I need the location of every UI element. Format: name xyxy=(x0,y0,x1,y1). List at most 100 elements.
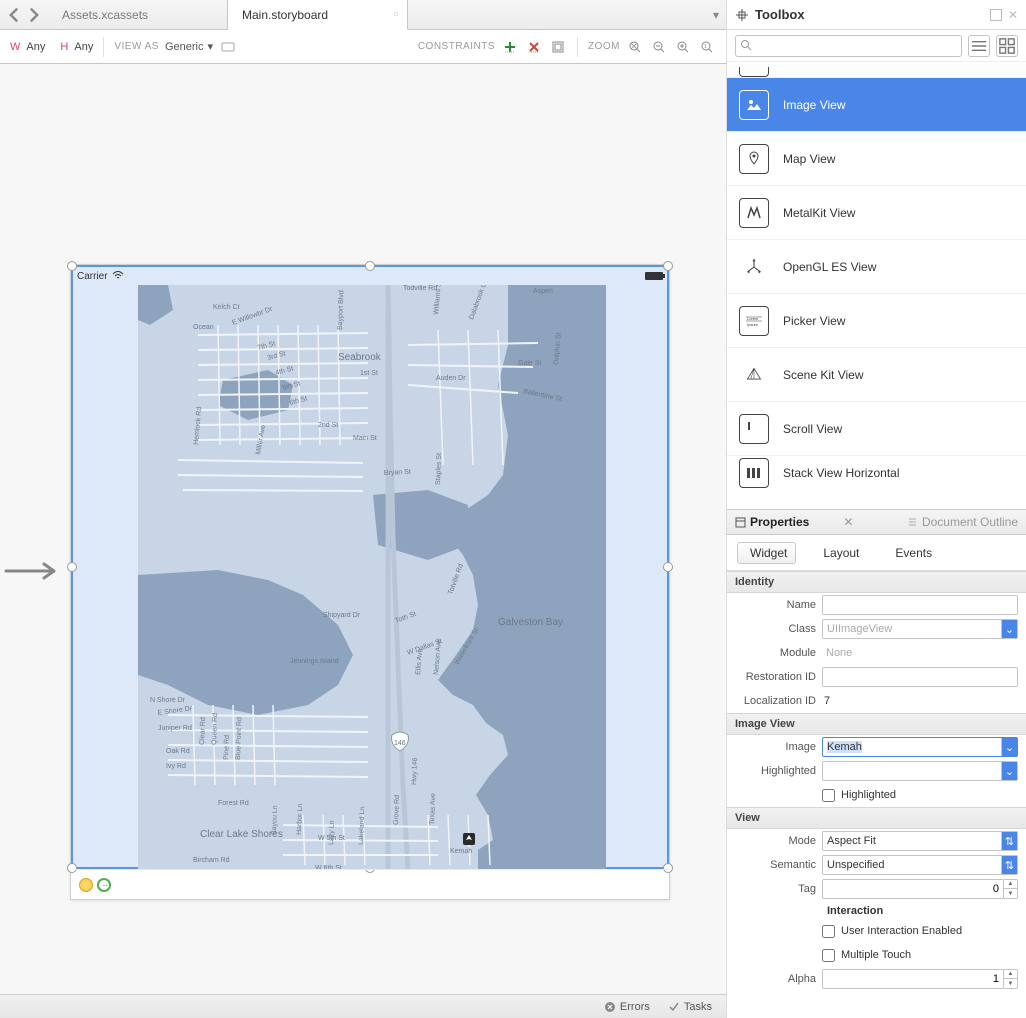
toolbox-close-button[interactable]: ✕ xyxy=(1008,8,1018,22)
toolbox-item-partial-top[interactable] xyxy=(727,62,1026,78)
nav-forward-button[interactable] xyxy=(26,7,42,23)
mode-combobox[interactable]: Aspect Fit⇅ xyxy=(822,831,1018,851)
toolbox-item-label: Stack View Horizontal xyxy=(783,466,900,480)
svg-text:Lakeland Ln: Lakeland Ln xyxy=(358,807,366,845)
svg-text:Hwy 146: Hwy 146 xyxy=(411,758,419,786)
class-combobox[interactable]: UIImageView⌄ xyxy=(822,619,1018,639)
multiple-touch-checkbox[interactable] xyxy=(822,949,835,962)
zoom-in-button[interactable] xyxy=(674,38,692,56)
storyboard-toolbar: WAny HAny VIEW AS Generic ▾ CONSTRAINTS xyxy=(0,30,726,64)
tag-stepper[interactable]: ▲▼ xyxy=(1004,879,1018,899)
properties-close-button[interactable]: ✕ xyxy=(843,515,853,529)
toolbox-item-image-view[interactable]: Image View xyxy=(727,78,1026,132)
opengl-view-icon xyxy=(739,252,769,282)
class-label: Class xyxy=(727,623,822,635)
selected-image-view[interactable]: Carrier xyxy=(71,265,669,869)
view-section-header: View xyxy=(727,807,1026,829)
toolbox-view-list-button[interactable] xyxy=(968,35,990,57)
document-outline-tab[interactable]: Document Outline xyxy=(907,515,1018,529)
toolbox-item-metalkit-view[interactable]: MetalKit View xyxy=(727,186,1026,240)
toolbox-list[interactable]: Image View Map View MetalKit View OpenGL… xyxy=(727,62,1026,509)
exit-icon[interactable] xyxy=(97,878,111,892)
multiple-touch-checkbox-row[interactable]: Multiple Touch xyxy=(822,949,1018,962)
view-controller-frame[interactable]: Carrier xyxy=(70,264,670,900)
toolbox-item-scroll-view[interactable]: Scroll View xyxy=(727,402,1026,456)
frames-button[interactable] xyxy=(549,38,567,56)
svg-text:Queen Rd: Queen Rd xyxy=(211,713,219,745)
svg-text:1st St: 1st St xyxy=(360,370,378,377)
mode-label: Mode xyxy=(727,835,822,847)
toolbox-search-input[interactable] xyxy=(735,35,962,57)
svg-text:2nd St: 2nd St xyxy=(318,422,338,429)
highlighted-checkbox[interactable] xyxy=(822,789,835,802)
scroll-view-icon xyxy=(739,414,769,444)
tasks-button[interactable]: Tasks xyxy=(668,1001,712,1013)
errors-button[interactable]: Errors xyxy=(604,1001,650,1013)
chevron-down-icon: ⌄ xyxy=(1001,620,1017,638)
highlighted-checkbox-row[interactable]: Highlighted xyxy=(822,789,1018,802)
semantic-label: Semantic xyxy=(727,859,822,871)
toolbox-icon xyxy=(735,8,749,22)
localization-id-value: 7 xyxy=(822,695,1018,707)
toolbox-item-picker-view[interactable]: LoremIpsum Picker View xyxy=(727,294,1026,348)
toolbox-view-grid-button[interactable] xyxy=(996,35,1018,57)
add-constraint-button[interactable] xyxy=(501,38,519,56)
viewas-select[interactable]: Generic ▾ xyxy=(165,40,213,53)
nav-back-button[interactable] xyxy=(6,7,22,23)
user-interaction-checkbox-row[interactable]: User Interaction Enabled xyxy=(822,925,1018,938)
properties-tab[interactable]: Properties xyxy=(735,515,809,529)
events-subtab[interactable]: Events xyxy=(882,542,941,564)
toolbox-item-label: OpenGL ES View xyxy=(783,260,876,274)
highlighted-image-combobox[interactable]: ⌄ xyxy=(822,761,1018,781)
zoom-out-button[interactable] xyxy=(650,38,668,56)
stack-view-h-icon xyxy=(739,458,769,488)
widget-subtab[interactable]: Widget xyxy=(737,542,796,564)
properties-minimize-button[interactable] xyxy=(821,517,831,527)
svg-text:Oak Rd: Oak Rd xyxy=(166,748,190,755)
module-label: Module xyxy=(727,647,822,659)
toolbox-item-label: Picker View xyxy=(783,314,845,328)
toolbox-title: Toolbox xyxy=(755,7,805,22)
alpha-label: Alpha xyxy=(727,973,822,985)
tab-overflow-button[interactable]: ▾ xyxy=(706,0,726,29)
alpha-input[interactable] xyxy=(822,969,1004,989)
tab-assets[interactable]: Assets.xcassets xyxy=(48,0,228,29)
chevron-updown-icon: ⇅ xyxy=(1001,832,1017,850)
size-class-selector[interactable]: WAny HAny xyxy=(10,41,93,53)
user-interaction-checkbox[interactable] xyxy=(822,925,835,938)
toolbox-item-scenekit-view[interactable]: Scene Kit View xyxy=(727,348,1026,402)
toolbox-item-opengl-view[interactable]: OpenGL ES View xyxy=(727,240,1026,294)
module-combobox[interactable]: None xyxy=(822,643,1018,663)
landscape-toggle-button[interactable] xyxy=(219,38,237,56)
svg-text:Kemah: Kemah xyxy=(450,848,472,855)
constraints-label: CONSTRAINTS xyxy=(418,41,495,52)
tab-main-storyboard[interactable]: Main.storyboard ○ xyxy=(228,0,408,30)
tag-label: Tag xyxy=(727,883,822,895)
resize-handle-ml[interactable] xyxy=(67,562,77,572)
svg-text:W 5th St: W 5th St xyxy=(318,835,345,842)
svg-text:Main St: Main St xyxy=(353,435,377,442)
toolbox-item-stack-view-horizontal[interactable]: Stack View Horizontal xyxy=(727,456,1026,490)
name-input[interactable] xyxy=(822,595,1018,615)
tag-input[interactable] xyxy=(822,879,1004,899)
svg-text:N Shore Dr: N Shore Dr xyxy=(150,697,186,704)
resize-handle-mr[interactable] xyxy=(663,562,673,572)
remove-constraint-button[interactable] xyxy=(525,38,543,56)
interaction-subheader: Interaction xyxy=(727,901,1026,919)
alpha-stepper[interactable]: ▲▼ xyxy=(1004,969,1018,989)
zoom-fit-button[interactable] xyxy=(626,38,644,56)
semantic-combobox[interactable]: Unspecified⇅ xyxy=(822,855,1018,875)
zoom-actual-button[interactable]: 1 xyxy=(698,38,716,56)
restoration-id-input[interactable] xyxy=(822,667,1018,687)
toolbox-item-label: Scroll View xyxy=(783,422,842,436)
toolbox-item-label: Scene Kit View xyxy=(783,368,864,382)
toolbox-item-map-view[interactable]: Map View xyxy=(727,132,1026,186)
svg-text:1: 1 xyxy=(704,44,707,50)
document-tabs: Assets.xcassets Main.storyboard ○ ▾ xyxy=(0,0,726,30)
toolbox-minimize-button[interactable] xyxy=(990,9,1002,21)
svg-text:146: 146 xyxy=(394,740,406,747)
first-responder-icon[interactable] xyxy=(79,878,93,892)
layout-subtab[interactable]: Layout xyxy=(810,542,868,564)
image-combobox[interactable]: Kemah⌄ xyxy=(822,737,1018,757)
storyboard-canvas[interactable]: Carrier xyxy=(0,64,726,994)
